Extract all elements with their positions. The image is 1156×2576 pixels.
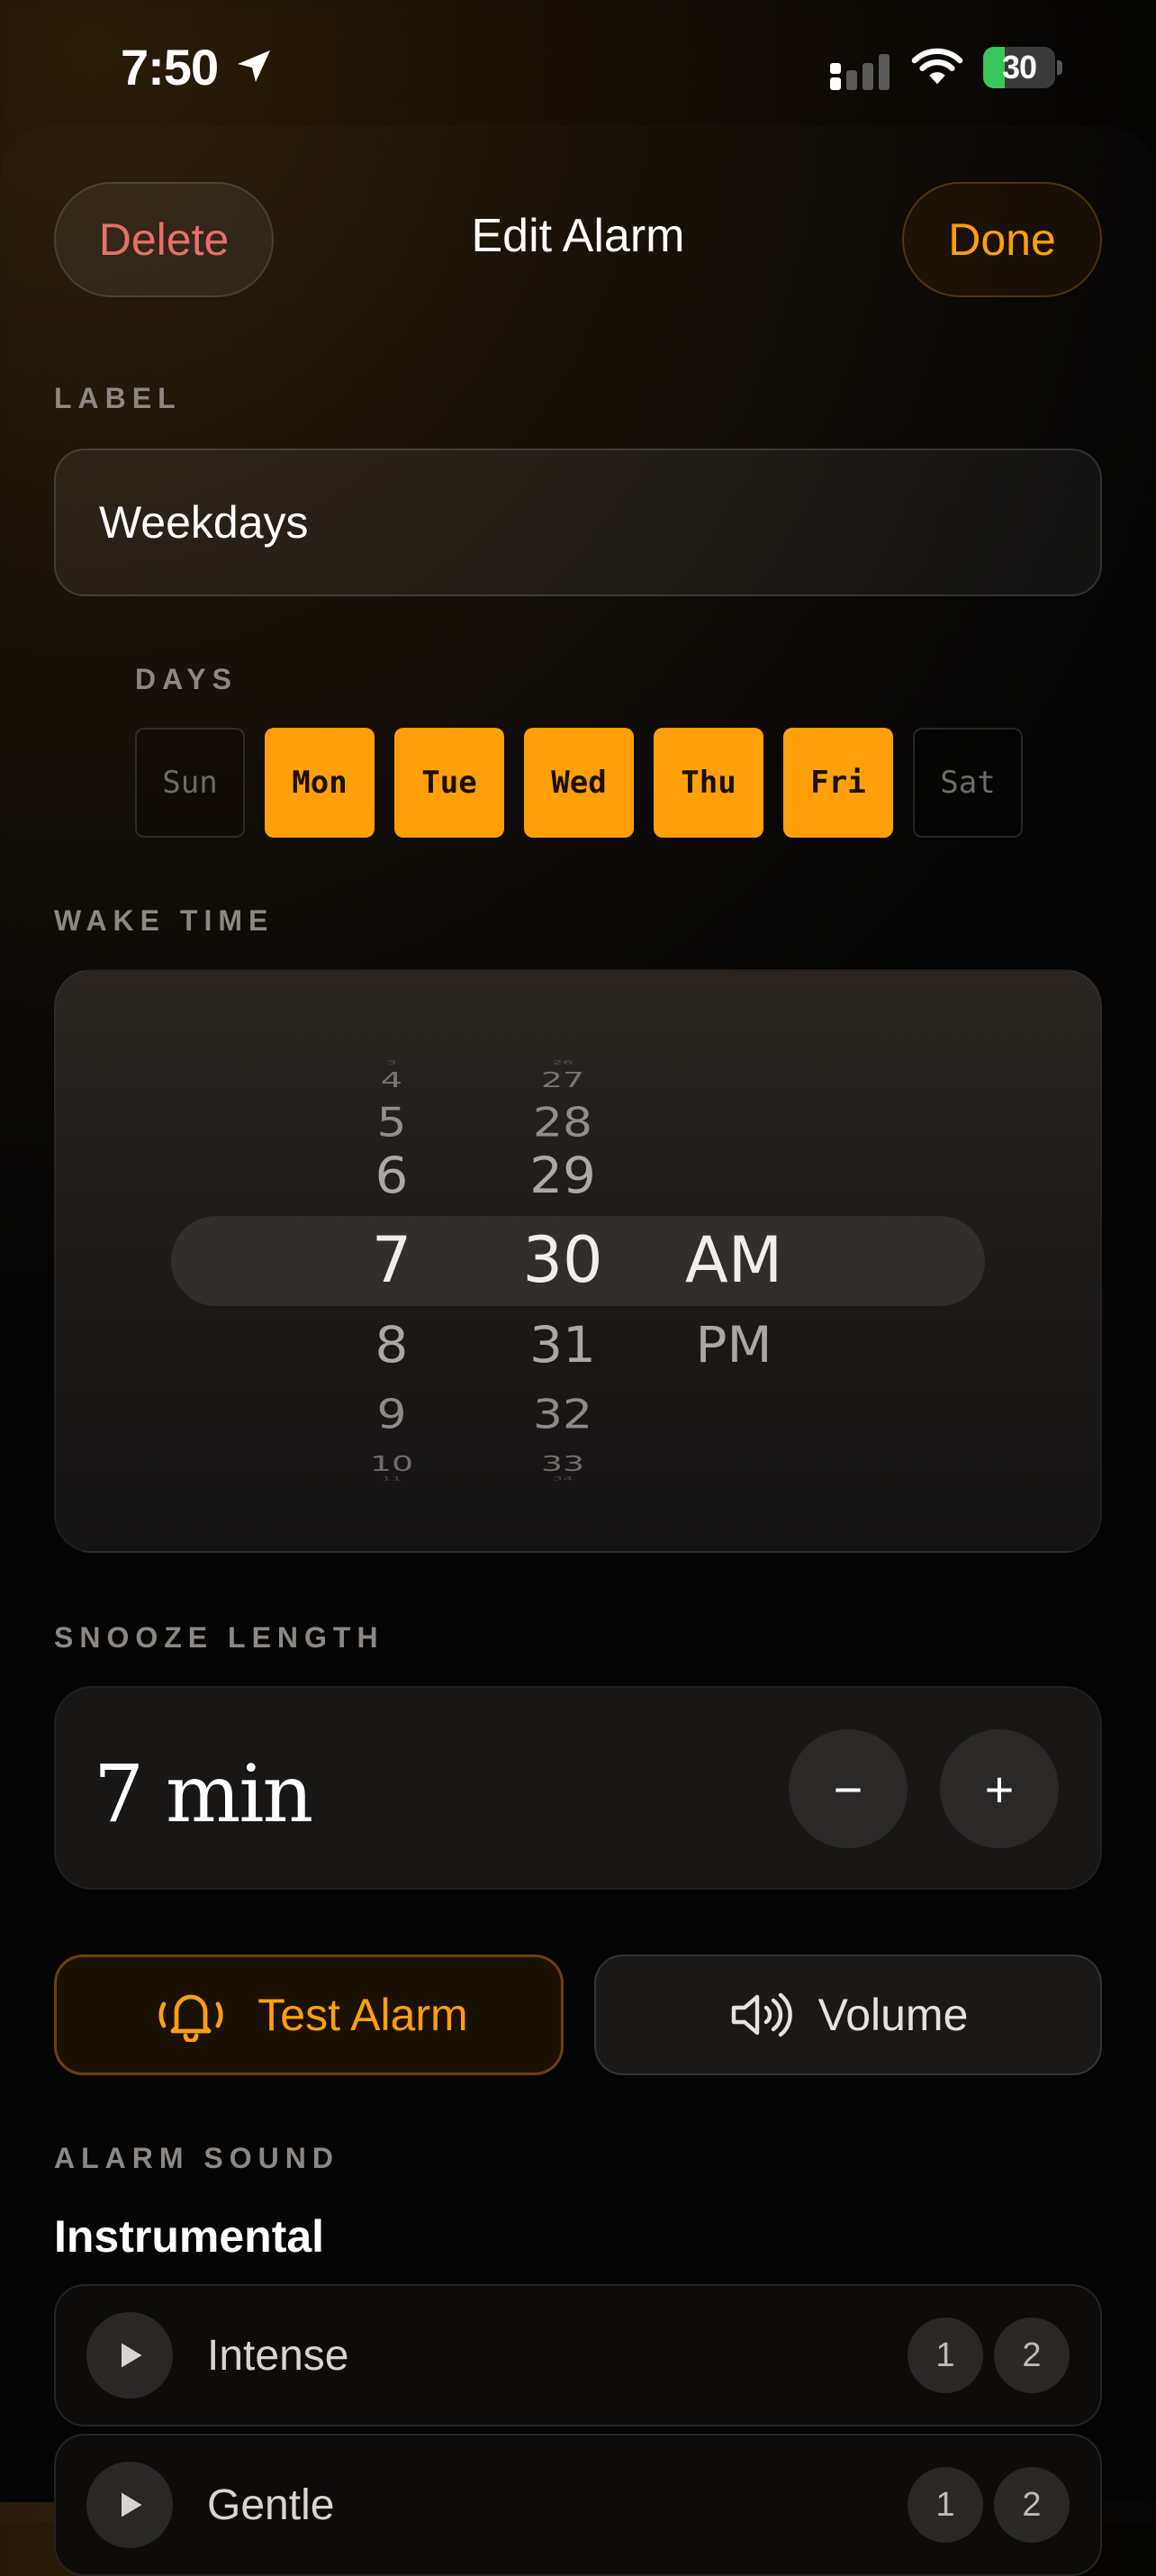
variant-badge[interactable]: 2 bbox=[994, 2317, 1070, 2393]
battery-percentage: 30 bbox=[1001, 49, 1037, 86]
day-toggle-thu[interactable]: Thu bbox=[654, 728, 763, 838]
hour-option[interactable]: 6 bbox=[333, 1147, 450, 1205]
variant-badge[interactable]: 1 bbox=[908, 2467, 983, 2543]
play-icon bbox=[122, 2343, 142, 2368]
hour-option[interactable]: 4 bbox=[333, 1068, 450, 1092]
wifi-icon bbox=[911, 48, 963, 85]
wake-time-section-title: WAKE TIME bbox=[54, 904, 275, 937]
day-toggle-sun[interactable]: Sun bbox=[135, 728, 245, 838]
sound-name: Intense bbox=[207, 2332, 349, 2380]
minute-option[interactable]: 27 bbox=[504, 1068, 621, 1092]
minute-option[interactable]: 26 bbox=[504, 1059, 621, 1066]
done-button[interactable]: Done bbox=[902, 182, 1102, 297]
period-option[interactable]: AM bbox=[666, 1223, 801, 1297]
snooze-section-title: SNOOZE LENGTH bbox=[54, 1621, 384, 1654]
cellular-signal-icon bbox=[830, 54, 890, 90]
minute-option[interactable]: 34 bbox=[504, 1475, 621, 1482]
snooze-increase-button[interactable]: + bbox=[940, 1729, 1059, 1848]
day-toggle-tue[interactable]: Tue bbox=[394, 728, 504, 838]
hour-option[interactable]: 3 bbox=[333, 1059, 450, 1066]
snooze-value: 7 min bbox=[94, 1747, 313, 1840]
test-alarm-button[interactable]: Test Alarm bbox=[54, 1955, 564, 2075]
minute-option[interactable]: 28 bbox=[504, 1100, 621, 1146]
hour-option[interactable]: 9 bbox=[333, 1392, 450, 1438]
days-section-title: DAYS bbox=[135, 663, 238, 695]
hour-wheel[interactable]: 3 4 5 6 7 8 9 10 11 bbox=[333, 1018, 450, 1504]
volume-button[interactable]: Volume bbox=[594, 1955, 1102, 2075]
hour-option[interactable]: 8 bbox=[333, 1316, 450, 1374]
sound-name: Gentle bbox=[207, 2481, 335, 2529]
alarm-sound-section-title: ALARM SOUND bbox=[54, 2142, 339, 2174]
minute-option[interactable]: 30 bbox=[504, 1223, 621, 1297]
snooze-decrease-button[interactable]: − bbox=[789, 1729, 908, 1848]
minute-wheel[interactable]: 26 27 28 29 30 31 32 33 34 bbox=[504, 1018, 621, 1504]
play-button[interactable] bbox=[86, 2312, 173, 2399]
label-input[interactable]: Weekdays bbox=[54, 449, 1102, 596]
plus-icon: + bbox=[984, 1760, 1015, 1818]
minute-option[interactable]: 31 bbox=[504, 1316, 621, 1374]
sound-group-title: Instrumental bbox=[54, 2211, 325, 2262]
location-arrow-icon bbox=[238, 50, 270, 82]
variant-badge[interactable]: 1 bbox=[908, 2317, 983, 2393]
hour-option[interactable]: 7 bbox=[333, 1223, 450, 1297]
day-toggle-sat[interactable]: Sat bbox=[913, 728, 1023, 838]
sound-row[interactable]: Intense 1 2 bbox=[54, 2284, 1102, 2426]
battery-indicator: 30 bbox=[983, 47, 1062, 88]
minute-option[interactable]: 32 bbox=[504, 1392, 621, 1438]
day-toggle-mon[interactable]: Mon bbox=[265, 728, 375, 838]
day-toggle-wed[interactable]: Wed bbox=[524, 728, 634, 838]
hour-option[interactable]: 5 bbox=[333, 1100, 450, 1146]
volume-label: Volume bbox=[817, 1990, 969, 2040]
minute-option[interactable]: 33 bbox=[504, 1452, 621, 1475]
period-option[interactable]: PM bbox=[666, 1316, 801, 1374]
hour-option[interactable]: 11 bbox=[333, 1475, 450, 1482]
play-button[interactable] bbox=[86, 2462, 173, 2548]
status-time: 7:50 bbox=[121, 39, 219, 95]
sound-row[interactable]: Gentle 1 2 bbox=[54, 2434, 1102, 2576]
test-alarm-label: Test Alarm bbox=[257, 1990, 468, 2040]
minus-icon: − bbox=[833, 1760, 863, 1818]
period-wheel[interactable]: AM PM bbox=[666, 1018, 801, 1504]
speaker-volume-icon bbox=[731, 1992, 792, 2037]
variant-badge[interactable]: 2 bbox=[994, 2467, 1070, 2543]
minute-option[interactable]: 29 bbox=[504, 1147, 621, 1205]
play-icon bbox=[122, 2492, 142, 2517]
hour-option[interactable]: 10 bbox=[333, 1452, 450, 1475]
day-toggle-fri[interactable]: Fri bbox=[783, 728, 893, 838]
ringing-bell-icon bbox=[158, 1994, 223, 2042]
label-section-title: LABEL bbox=[54, 382, 182, 414]
